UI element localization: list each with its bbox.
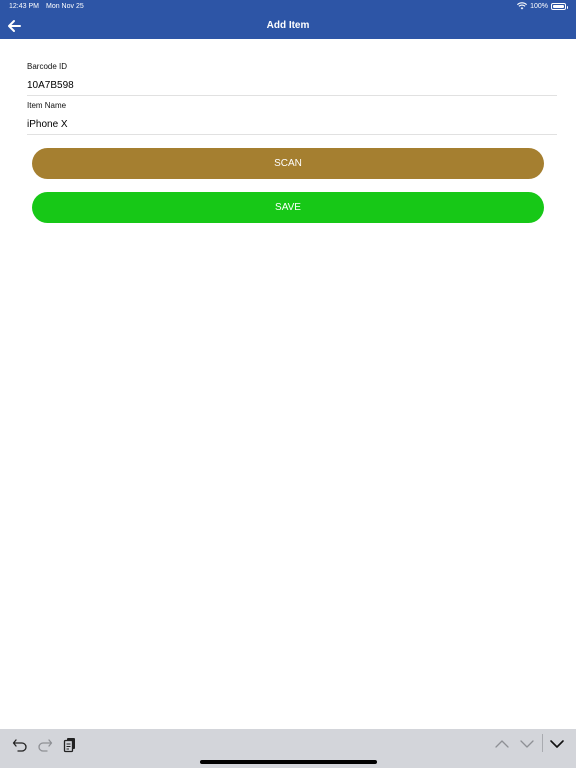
page-title: Add Item bbox=[266, 20, 310, 31]
barcode-label: Barcode ID bbox=[27, 62, 68, 71]
battery-percent: 100% bbox=[530, 2, 548, 10]
item-name-field: Item Name bbox=[27, 101, 557, 135]
item-name-label: Item Name bbox=[27, 101, 67, 110]
undo-icon[interactable] bbox=[11, 735, 29, 753]
paste-icon[interactable] bbox=[61, 735, 79, 753]
navigation-bar: 12:43 PM Mon Nov 25 100% Add Item bbox=[0, 0, 576, 39]
status-bar: 12:43 PM Mon Nov 25 100% bbox=[0, 0, 576, 14]
home-indicator bbox=[200, 760, 377, 764]
scan-button[interactable]: SCAN bbox=[32, 148, 544, 179]
save-button[interactable]: SAVE bbox=[32, 192, 544, 223]
toolbar-divider bbox=[542, 734, 543, 752]
status-date: Mon Nov 25 bbox=[46, 3, 84, 10]
barcode-field: Barcode ID bbox=[27, 62, 557, 96]
barcode-input[interactable] bbox=[27, 77, 557, 93]
battery-icon bbox=[551, 2, 568, 10]
chevron-up-icon[interactable] bbox=[493, 735, 511, 753]
status-right: 100% bbox=[517, 2, 568, 10]
wifi-icon bbox=[517, 2, 528, 10]
status-time: 12:43 PM bbox=[9, 3, 39, 10]
redo-icon[interactable] bbox=[36, 735, 54, 753]
chevron-down-icon[interactable] bbox=[518, 735, 536, 753]
item-name-input[interactable] bbox=[27, 116, 557, 132]
dismiss-keyboard-icon[interactable] bbox=[548, 735, 566, 753]
